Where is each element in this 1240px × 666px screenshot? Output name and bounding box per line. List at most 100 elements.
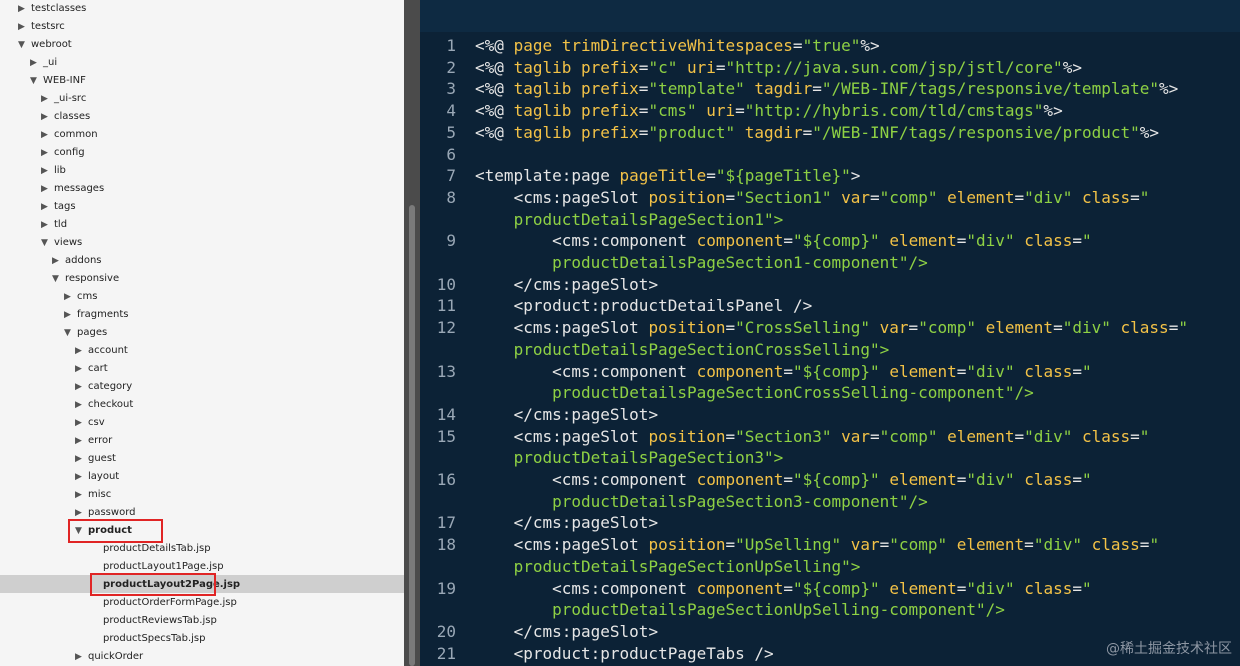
line-number: 4 [446, 101, 456, 121]
tree-file-item[interactable]: productSpecsTab.jsp [99, 630, 205, 648]
tree-item-label: productSpecsTab.jsp [103, 633, 206, 644]
code-line[interactable]: <product:productDetailsPanel /> [475, 295, 813, 316]
tree-folder-item[interactable]: ▶ checkout [75, 396, 133, 414]
expand-down-icon[interactable]: ▼ [52, 270, 61, 288]
tree-folder-item[interactable]: ▶ _ui [30, 54, 57, 72]
code-line[interactable]: <%@ taglib prefix="template" tagdir="/WE… [475, 78, 1178, 99]
code-editor[interactable]: 1 <%@ page trimDirectiveWhitespaces="true… [420, 0, 1240, 666]
expand-down-icon[interactable]: ▼ [64, 324, 73, 342]
tree-item-label: account [88, 345, 128, 356]
collapse-right-icon[interactable]: ▶ [18, 18, 27, 36]
collapse-right-icon[interactable]: ▶ [75, 378, 84, 396]
code-line[interactable]: <cms:pageSlot position="Section1" var="c… [475, 187, 1150, 208]
tree-folder-item[interactable]: ▶ common [41, 126, 98, 144]
collapse-right-icon[interactable]: ▶ [75, 360, 84, 378]
code-line[interactable]: <%@ taglib prefix="product" tagdir="/WEB… [475, 122, 1159, 143]
tree-folder-item[interactable]: ▶ account [75, 342, 128, 360]
code-line[interactable]: productDetailsPageSection1"> [475, 209, 784, 230]
line-number: 9 [446, 231, 456, 251]
tree-folder-item[interactable]: ▶ csv [75, 414, 105, 432]
code-line[interactable]: <%@ taglib prefix="c" uri="http://java.s… [475, 57, 1082, 78]
code-line[interactable]: <%@ taglib prefix="cms" uri="http://hybr… [475, 100, 1063, 121]
code-line[interactable]: productDetailsPageSection3"> [475, 447, 784, 468]
code-line[interactable]: <template:page pageTitle="${pageTitle}"> [475, 165, 860, 186]
collapse-right-icon[interactable]: ▶ [41, 90, 50, 108]
line-number: 5 [446, 122, 456, 142]
collapse-right-icon[interactable]: ▶ [41, 126, 50, 144]
tree-file-item[interactable]: productOrderFormPage.jsp [99, 594, 237, 612]
expand-down-icon[interactable]: ▼ [41, 234, 50, 252]
tree-folder-item[interactable]: ▶ tags [41, 198, 76, 216]
code-line[interactable]: productDetailsPageSectionUpSelling"> [475, 556, 861, 577]
tree-folder-item[interactable]: ▶ layout [75, 468, 119, 486]
code-line[interactable]: productDetailsPageSection1-component"/> [475, 252, 928, 273]
collapse-right-icon[interactable]: ▶ [75, 648, 84, 666]
expand-down-icon[interactable]: ▼ [18, 36, 27, 54]
tree-folder-item[interactable]: ▶ cms [64, 288, 97, 306]
collapse-right-icon[interactable]: ▶ [52, 252, 61, 270]
code-line[interactable]: <cms:pageSlot position="UpSelling" var="… [475, 534, 1160, 555]
collapse-right-icon[interactable]: ▶ [75, 468, 84, 486]
collapse-right-icon[interactable]: ▶ [41, 108, 50, 126]
collapse-right-icon[interactable]: ▶ [41, 198, 50, 216]
collapse-right-icon[interactable]: ▶ [75, 486, 84, 504]
tree-folder-item[interactable]: ▶ guest [75, 450, 116, 468]
tree-folder-item[interactable]: ▶ quickOrder [75, 648, 143, 666]
collapse-right-icon[interactable]: ▶ [64, 306, 73, 324]
tree-folder-item[interactable]: ▼ WEB-INF [30, 72, 86, 90]
code-line[interactable]: </cms:pageSlot> [475, 621, 659, 642]
tree-folder-item[interactable]: ▶ category [75, 378, 132, 396]
tree-folder-item[interactable]: ▼ webroot [18, 36, 72, 54]
collapse-right-icon[interactable]: ▶ [30, 54, 39, 72]
code-line[interactable]: </cms:pageSlot> [475, 404, 659, 425]
tree-folder-item[interactable]: ▶ misc [75, 486, 111, 504]
tree-folder-item[interactable]: ▶ lib [41, 162, 66, 180]
code-line[interactable]: <cms:pageSlot position="CrossSelling" va… [475, 317, 1188, 338]
collapse-right-icon[interactable]: ▶ [75, 342, 84, 360]
code-line[interactable]: <%@ page trimDirectiveWhitespaces="true"… [475, 35, 880, 56]
tree-folder-item[interactable]: ▶ testclasses [18, 0, 86, 18]
code-line[interactable]: productDetailsPageSection3-component"/> [475, 491, 928, 512]
collapse-right-icon[interactable]: ▶ [75, 450, 84, 468]
code-line[interactable]: productDetailsPageSectionUpSelling-compo… [475, 599, 1005, 620]
tree-folder-item[interactable]: ▶ classes [41, 108, 90, 126]
collapse-right-icon[interactable]: ▶ [64, 288, 73, 306]
code-line[interactable]: <cms:component component="${comp}" eleme… [475, 230, 1092, 251]
tree-item-label: category [88, 381, 133, 392]
code-line[interactable]: </cms:pageSlot> [475, 274, 659, 295]
code-line[interactable]: productDetailsPageSectionCrossSelling-co… [475, 382, 1034, 403]
code-line[interactable]: <cms:component component="${comp}" eleme… [475, 361, 1092, 382]
line-number: 19 [436, 578, 456, 598]
expand-down-icon[interactable]: ▼ [30, 72, 39, 90]
tree-folder-item[interactable]: ▶ error [75, 432, 112, 450]
code-line[interactable]: <cms:component component="${comp}" eleme… [475, 469, 1092, 490]
tree-folder-item[interactable]: ▶ _ui-src [41, 90, 86, 108]
code-line[interactable]: </cms:pageSlot> [475, 512, 659, 533]
tree-folder-item[interactable]: ▶ cart [75, 360, 108, 378]
tree-folder-item[interactable]: ▶ testsrc [18, 18, 65, 36]
collapse-right-icon[interactable]: ▶ [75, 396, 84, 414]
tree-folder-item[interactable]: ▶ fragments [64, 306, 128, 324]
collapse-right-icon[interactable]: ▶ [41, 162, 50, 180]
code-line[interactable]: <cms:component component="${comp}" eleme… [475, 578, 1092, 599]
tree-folder-item[interactable]: ▶ config [41, 144, 85, 162]
collapse-right-icon[interactable]: ▶ [41, 180, 50, 198]
tree-folder-item[interactable]: ▶ messages [41, 180, 104, 198]
scrollbar-thumb[interactable] [409, 205, 415, 666]
tree-folder-item[interactable]: ▼ pages [64, 324, 107, 342]
code-line[interactable]: <cms:pageSlot position="Section3" var="c… [475, 426, 1150, 447]
tree-file-item[interactable]: productReviewsTab.jsp [99, 612, 217, 630]
tree-folder-item[interactable]: ▶ addons [52, 252, 102, 270]
collapse-right-icon[interactable]: ▶ [41, 216, 50, 234]
tree-folder-item[interactable]: ▶ tld [41, 216, 67, 234]
collapse-right-icon[interactable]: ▶ [41, 144, 50, 162]
tree-folder-item[interactable]: ▼ responsive [52, 270, 119, 288]
collapse-right-icon[interactable]: ▶ [75, 432, 84, 450]
line-number: 20 [436, 621, 456, 641]
code-line[interactable]: productDetailsPageSectionCrossSelling"> [475, 339, 890, 360]
collapse-right-icon[interactable]: ▶ [18, 0, 27, 18]
tree-folder-item[interactable]: ▼ views [41, 234, 82, 252]
collapse-right-icon[interactable]: ▶ [75, 414, 84, 432]
tree-item-label: productDetailsTab.jsp [103, 543, 211, 554]
code-line[interactable]: <product:productPageTabs /> [475, 643, 774, 664]
